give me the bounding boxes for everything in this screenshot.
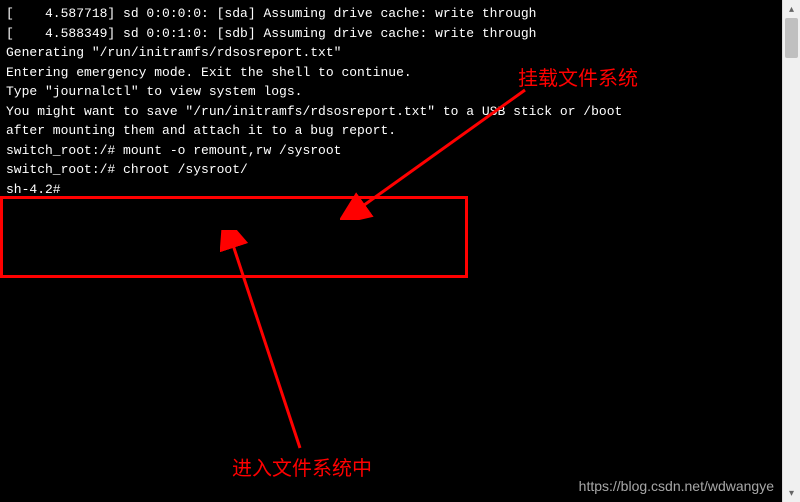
scroll-up-button[interactable]: ▴: [783, 0, 800, 18]
terminal-line: after mounting them and attach it to a b…: [6, 121, 776, 141]
terminal-line: switch_root:/# mount -o remount,rw /sysr…: [6, 141, 776, 161]
terminal-line: You might want to save "/run/initramfs/r…: [6, 102, 776, 122]
scrollbar[interactable]: ▴ ▾: [782, 0, 800, 502]
scrollbar-thumb[interactable]: [785, 18, 798, 58]
terminal-prompt[interactable]: sh-4.2#: [6, 180, 776, 200]
scrollbar-track[interactable]: [783, 18, 800, 484]
terminal-window: [ 4.587718] sd 0:0:0:0: [sda] Assuming d…: [0, 0, 782, 502]
terminal-line: Generating "/run/initramfs/rdsosreport.t…: [6, 43, 776, 63]
scroll-down-button[interactable]: ▾: [783, 484, 800, 502]
terminal-line: switch_root:/# chroot /sysroot/: [6, 160, 776, 180]
terminal-line: [ 4.588349] sd 0:0:1:0: [sdb] Assuming d…: [6, 24, 776, 44]
terminal-line: [ 4.587718] sd 0:0:0:0: [sda] Assuming d…: [6, 4, 776, 24]
terminal-line: Type "journalctl" to view system logs.: [6, 82, 776, 102]
terminal-line: Entering emergency mode. Exit the shell …: [6, 63, 776, 83]
